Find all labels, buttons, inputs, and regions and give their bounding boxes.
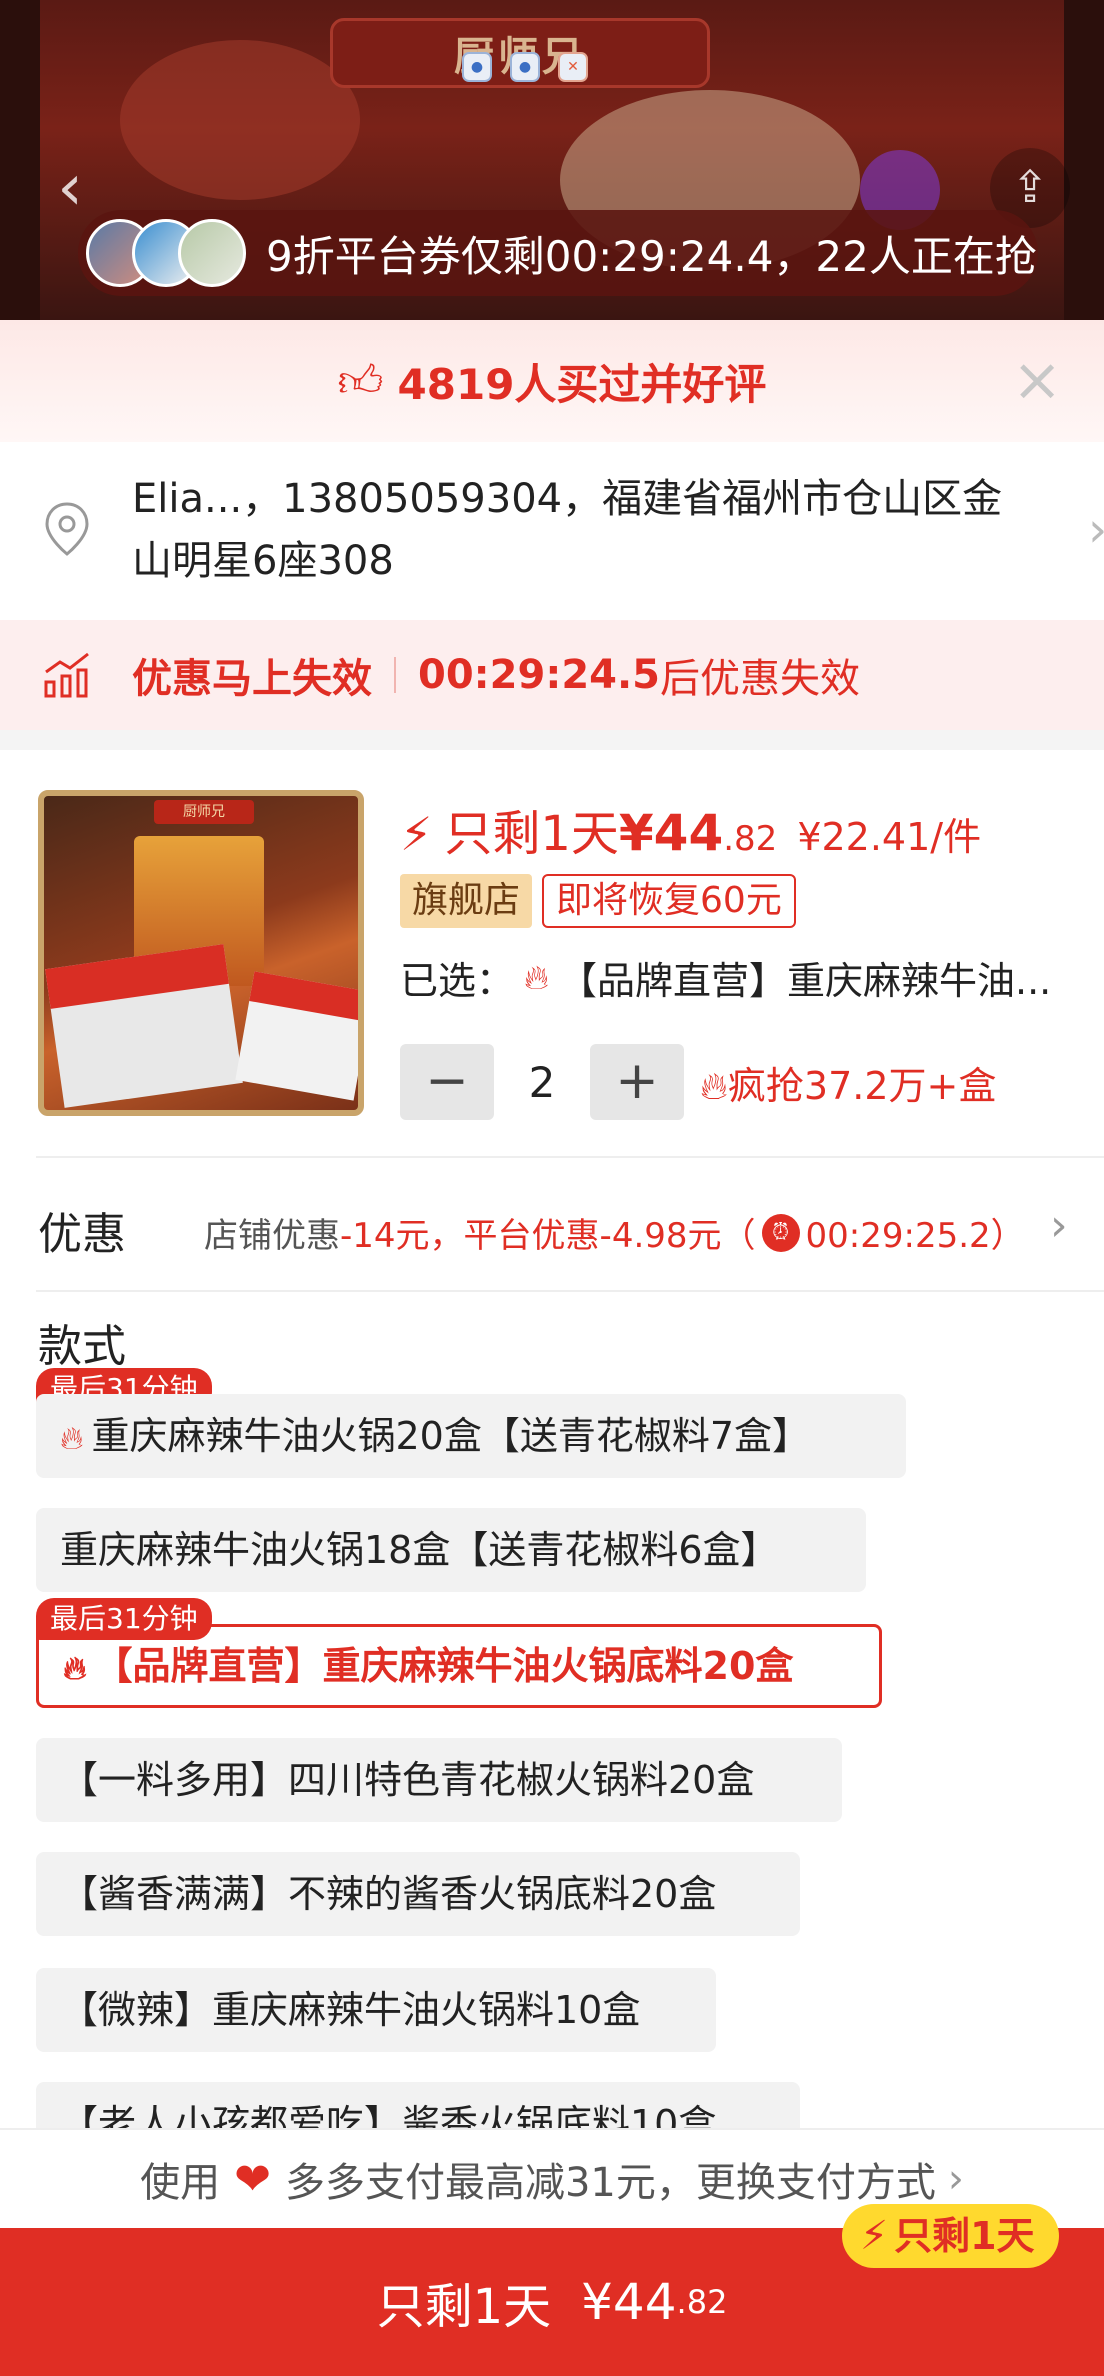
pay-prefix: 使用 — [140, 2160, 221, 2206]
banner-bg-shape — [120, 40, 360, 200]
style-option-label: 【微辣】重庆麻辣牛油火锅料10盒 — [60, 1988, 641, 2032]
unit-price: ¥22.41/件 — [797, 815, 982, 859]
decrease-button[interactable]: − — [400, 1044, 494, 1120]
hot-sales-text: 🔥︎疯抢37.2万+盒 — [700, 1055, 996, 1110]
trend-chart-icon — [44, 652, 89, 698]
buy-price-integer: ¥44 — [581, 2273, 677, 2331]
deal-countdown: 00:29:24.5 — [418, 652, 661, 698]
only-left-float-badge: ⚡︎ 只剩1天 — [842, 2204, 1059, 2268]
lightning-icon: ⚡︎ — [400, 807, 433, 861]
style-option-label: 重庆麻辣牛油火锅20盒【送青花椒料7盒】 — [91, 1414, 811, 1458]
divider — [36, 1156, 1104, 1158]
discount-detail: 店铺优惠 -14元， 平台优惠-4.98元（ ⏰︎ 00:29:25.2） — [204, 1208, 1025, 1257]
buyer-avatars — [86, 219, 246, 287]
fire-icon: 🔥︎ — [700, 1063, 728, 1108]
shop-discount-value: -14元， — [340, 1216, 464, 1256]
app-icon: ● — [510, 52, 540, 82]
product-image-brand-tag: 厨师兄 — [154, 800, 254, 824]
product-gallery-banner[interactable]: 厨师兄 ● ● ✕ ‹ ⇪ 9折平台券仅剩00:29:24.4，22人正在抢 — [0, 0, 1104, 320]
style-option-label: 【酱香满满】不辣的酱香火锅底料20盒 — [60, 1872, 717, 1916]
hot-sales-value: 疯抢37.2万+盒 — [727, 1063, 997, 1108]
buy-label: 只剩1天 — [376, 2279, 552, 2335]
style-option[interactable]: 重庆麻辣牛油火锅18盒【送青花椒料6盒】 — [36, 1508, 866, 1592]
style-option[interactable]: 【老人小孩都爱吃】酱香火锅底料10盒 — [36, 2082, 800, 2134]
style-option-label: 【品牌直营】重庆麻辣牛油火锅底料20盒 — [94, 1644, 794, 1688]
discount-row[interactable]: 优惠 店铺优惠 -14元， 平台优惠-4.98元（ ⏰︎ 00:29:25.2）… — [0, 1160, 1104, 1290]
platform-discount: 平台优惠-4.98元（ — [463, 1216, 756, 1256]
price-integer: ¥44 — [618, 804, 724, 862]
divider — [36, 1290, 1104, 1292]
product-summary: 厨师兄 ⚡︎ 只剩1天 ¥44 .82 ¥22.41/件 旗舰店 即将恢复60元… — [0, 750, 1104, 1150]
style-option[interactable]: 🔥︎ 重庆麻辣牛油火锅20盒【送青花椒料7盒】 — [36, 1394, 906, 1478]
pay-text: 多多支付最高减31元，更换支付方式 — [284, 2160, 936, 2206]
increase-button[interactable]: + — [590, 1044, 684, 1120]
discount-countdown: 00:29:25.2） — [805, 1216, 1025, 1256]
buy-price-decimal: .82 — [676, 2283, 728, 2321]
review-count-text: 4819人买过并好评 — [397, 359, 767, 409]
app-icon: ● — [462, 52, 492, 82]
chevron-right-icon: › — [1050, 1200, 1068, 1251]
coupon-ticker: 9折平台券仅剩00:29:24.4，22人正在抢 — [78, 210, 1038, 296]
style-options: 款式 最后31分钟 🔥︎ 重庆麻辣牛油火锅20盒【送青花椒料7盒】 重庆麻辣牛油火… — [0, 1294, 1104, 2134]
fire-icon: 🔥︎ — [63, 1649, 87, 1687]
lightning-icon: ⚡︎ — [860, 2213, 889, 2259]
limited-time-tag: 最后31分钟 — [36, 1598, 212, 1640]
discount-title: 优惠 — [38, 1209, 126, 1260]
quantity-value[interactable]: 2 — [494, 1058, 590, 1107]
close-icon[interactable]: × — [1012, 350, 1062, 410]
floating-app-icons: ● ● ✕ — [462, 52, 588, 82]
selected-variant[interactable]: 已选： 🔥︎ 【品牌直营】重庆麻辣牛油... — [400, 950, 1090, 1005]
quantity-stepper: − 2 + 🔥︎疯抢37.2万+盒 — [400, 1044, 996, 1120]
style-title: 款式 — [38, 1321, 126, 1372]
product-badges: 旗舰店 即将恢复60元 — [400, 874, 796, 928]
selected-value: 【品牌直营】重庆麻辣牛油... — [558, 959, 1052, 1003]
app-icon: ✕ — [558, 52, 588, 82]
banner-frame-right — [1064, 0, 1104, 320]
price-restore-badge: 即将恢复60元 — [542, 874, 796, 928]
float-badge-text: 只剩1天 — [894, 2214, 1035, 2258]
only-left-text: 只剩1天 — [444, 806, 619, 862]
style-option-label: 重庆麻辣牛油火锅18盒【送青花椒料6盒】 — [60, 1528, 779, 1572]
location-pin-icon — [45, 502, 89, 556]
shipping-address[interactable]: Elia...，13805059304，福建省福州市仓山区金山明星6座308 › — [0, 442, 1104, 620]
address-text: Elia...，13805059304，福建省福州市仓山区金山明星6座308 — [132, 476, 1003, 584]
avatar — [178, 219, 246, 287]
style-option[interactable]: 【一料多用】四川特色青花椒火锅料20盒 — [36, 1738, 842, 1822]
fire-icon: 🔥︎ — [60, 1419, 84, 1457]
product-image[interactable]: 厨师兄 — [38, 790, 364, 1116]
price-line: ⚡︎ 只剩1天 ¥44 .82 ¥22.41/件 — [400, 794, 981, 864]
chevron-right-icon: › — [1088, 502, 1104, 558]
style-option-label: 【一料多用】四川特色青花椒火锅料20盒 — [60, 1758, 755, 1802]
review-banner: 👍︎ 4819人买过并好评 × — [0, 320, 1104, 442]
selected-label: 已选： — [400, 959, 515, 1003]
heart-check-icon: ❤︎ — [234, 2153, 271, 2205]
deal-expiry-label: 优惠马上失效 — [132, 656, 372, 702]
alarm-clock-icon: ⏰︎ — [761, 1213, 800, 1252]
coupon-countdown-text: 9折平台券仅剩00:29:24.4，22人正在抢 — [266, 231, 1037, 281]
flagship-store-badge: 旗舰店 — [400, 874, 533, 928]
fire-icon: 🔥︎ — [524, 957, 549, 998]
shop-discount-label: 店铺优惠 — [204, 1216, 340, 1256]
product-image-box — [235, 971, 358, 1101]
style-option[interactable]: 【微辣】重庆麻辣牛油火锅料10盒 — [36, 1968, 716, 2052]
section-gap — [0, 730, 1104, 750]
product-image-box — [45, 944, 243, 1108]
price-decimal: .82 — [723, 819, 778, 859]
divider — [394, 657, 396, 693]
style-option[interactable]: 【酱香满满】不辣的酱香火锅底料20盒 — [36, 1852, 800, 1936]
deal-countdown-suffix: 后优惠失效 — [660, 656, 861, 702]
chevron-right-icon: › — [947, 2156, 964, 2202]
deal-expiry-bar: 优惠马上失效 00:29:24.5 后优惠失效 — [0, 620, 1104, 730]
thumbs-up-icon: 👍︎ — [337, 355, 384, 407]
